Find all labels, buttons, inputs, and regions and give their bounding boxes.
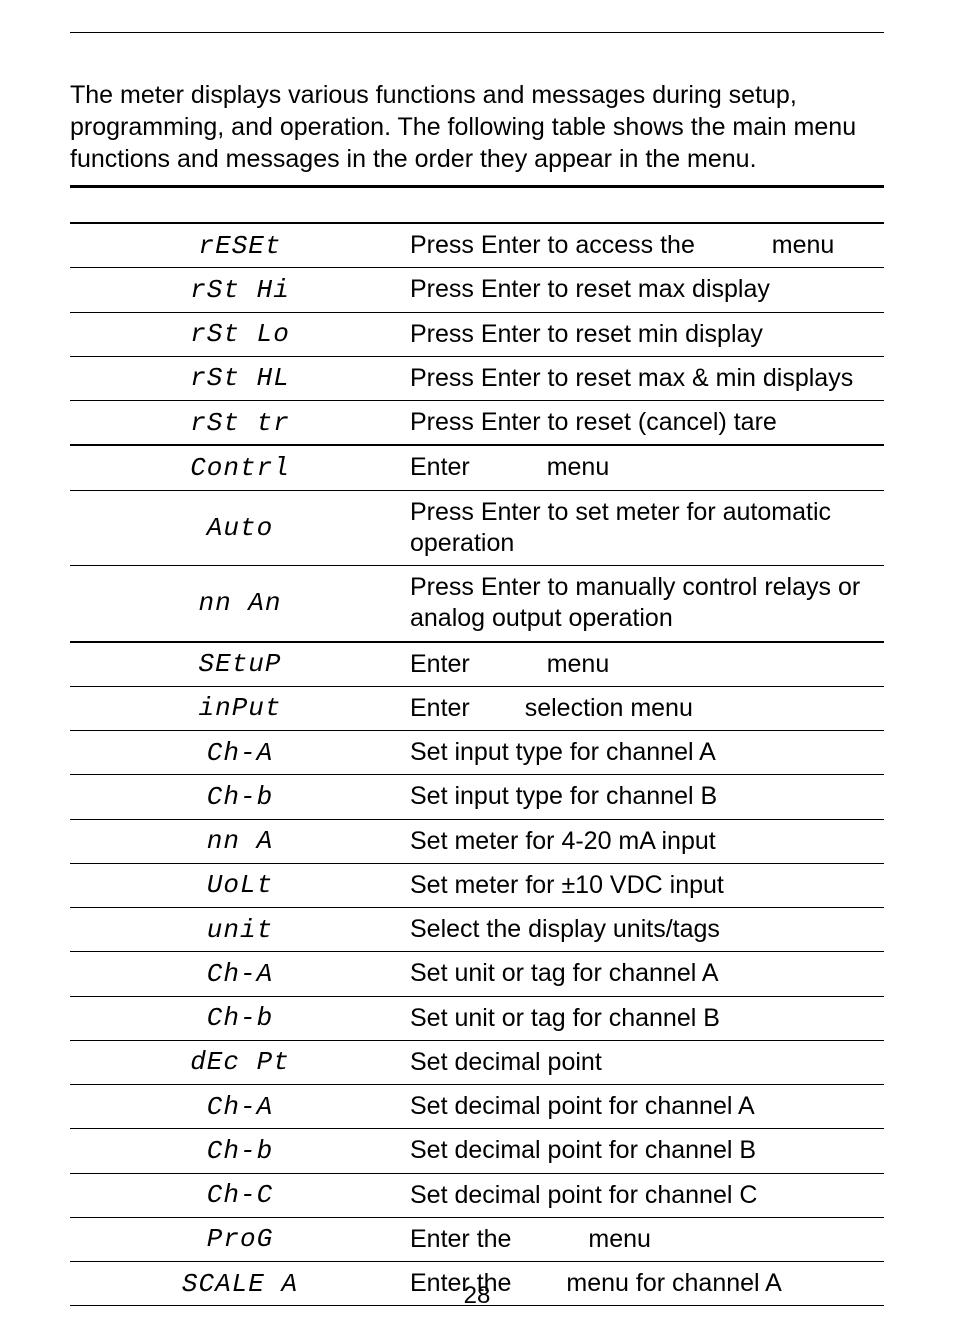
table-row: SEtuPEnter menu xyxy=(70,642,884,687)
section-rule xyxy=(70,185,884,188)
table-row: Ch-ASet decimal point for channel A xyxy=(70,1085,884,1129)
display-code: nn An xyxy=(70,566,410,642)
table-row: Ch-bSet unit or tag for channel B xyxy=(70,996,884,1040)
display-code: rSt Lo xyxy=(70,312,410,356)
table-row: Ch-bSet input type for channel B xyxy=(70,775,884,819)
display-code: rSt HL xyxy=(70,356,410,400)
table-row: Ch-bSet decimal point for channel B xyxy=(70,1129,884,1173)
table-row: rSt trPress Enter to reset (cancel) tare xyxy=(70,401,884,446)
display-code: nn A xyxy=(70,819,410,863)
description: Enter menu xyxy=(410,642,884,687)
display-code: inPut xyxy=(70,686,410,730)
description: Press Enter to set meter for automatic o… xyxy=(410,490,884,566)
display-code: ProG xyxy=(70,1217,410,1261)
display-code: Ch-b xyxy=(70,1129,410,1173)
table-row: rSt HiPress Enter to reset max display xyxy=(70,268,884,312)
table-row: ContrlEnter menu xyxy=(70,445,884,490)
intro-text: The meter displays various functions and… xyxy=(70,79,884,175)
table-row: nn AnPress Enter to manually control rel… xyxy=(70,566,884,642)
display-code: Ch-A xyxy=(70,731,410,775)
description: Set decimal point for channel C xyxy=(410,1173,884,1217)
table-row: ProGEnter the menu xyxy=(70,1217,884,1261)
description: Press Enter to access the menu xyxy=(410,223,884,268)
table-row: rESEtPress Enter to access the menu xyxy=(70,223,884,268)
table-row: unitSelect the display units/tags xyxy=(70,908,884,952)
description: Press Enter to reset max display xyxy=(410,268,884,312)
display-code: SEtuP xyxy=(70,642,410,687)
description: Press Enter to reset max & min displays xyxy=(410,356,884,400)
description: Set meter for 4-20 mA input xyxy=(410,819,884,863)
table-row: dEc PtSet decimal point xyxy=(70,1040,884,1084)
display-code: Ch-b xyxy=(70,775,410,819)
description: Press Enter to manually control relays o… xyxy=(410,566,884,642)
top-rule xyxy=(70,32,884,33)
page-number: 28 xyxy=(0,1282,954,1310)
table-row: inPutEnter selection menu xyxy=(70,686,884,730)
menu-table: rESEtPress Enter to access the menurSt H… xyxy=(70,222,884,1306)
description: Set meter for ±10 VDC input xyxy=(410,863,884,907)
table-row: UoLtSet meter for ±10 VDC input xyxy=(70,863,884,907)
table-row: AutoPress Enter to set meter for automat… xyxy=(70,490,884,566)
description: Set unit or tag for channel B xyxy=(410,996,884,1040)
display-code: unit xyxy=(70,908,410,952)
display-code: rESEt xyxy=(70,223,410,268)
table-row: nn ASet meter for 4-20 mA input xyxy=(70,819,884,863)
display-code: Contrl xyxy=(70,445,410,490)
description: Enter menu xyxy=(410,445,884,490)
description: Set decimal point for channel A xyxy=(410,1085,884,1129)
display-code: Ch-A xyxy=(70,952,410,996)
description: Enter selection menu xyxy=(410,686,884,730)
display-code: Ch-b xyxy=(70,996,410,1040)
table-row: Ch-ASet unit or tag for channel A xyxy=(70,952,884,996)
description: Press Enter to reset min display xyxy=(410,312,884,356)
description: Set unit or tag for channel A xyxy=(410,952,884,996)
display-code: Auto xyxy=(70,490,410,566)
display-code: rSt Hi xyxy=(70,268,410,312)
display-code: dEc Pt xyxy=(70,1040,410,1084)
display-code: Ch-A xyxy=(70,1085,410,1129)
description: Press Enter to reset (cancel) tare xyxy=(410,401,884,446)
description: Set input type for channel B xyxy=(410,775,884,819)
description: Set decimal point xyxy=(410,1040,884,1084)
display-code: Ch-C xyxy=(70,1173,410,1217)
description: Enter the menu xyxy=(410,1217,884,1261)
description: Set input type for channel A xyxy=(410,731,884,775)
display-code: rSt tr xyxy=(70,401,410,446)
table-row: rSt HLPress Enter to reset max & min dis… xyxy=(70,356,884,400)
table-row: Ch-CSet decimal point for channel C xyxy=(70,1173,884,1217)
description: Select the display units/tags xyxy=(410,908,884,952)
table-row: rSt LoPress Enter to reset min display xyxy=(70,312,884,356)
table-row: Ch-ASet input type for channel A xyxy=(70,731,884,775)
description: Set decimal point for channel B xyxy=(410,1129,884,1173)
display-code: UoLt xyxy=(70,863,410,907)
